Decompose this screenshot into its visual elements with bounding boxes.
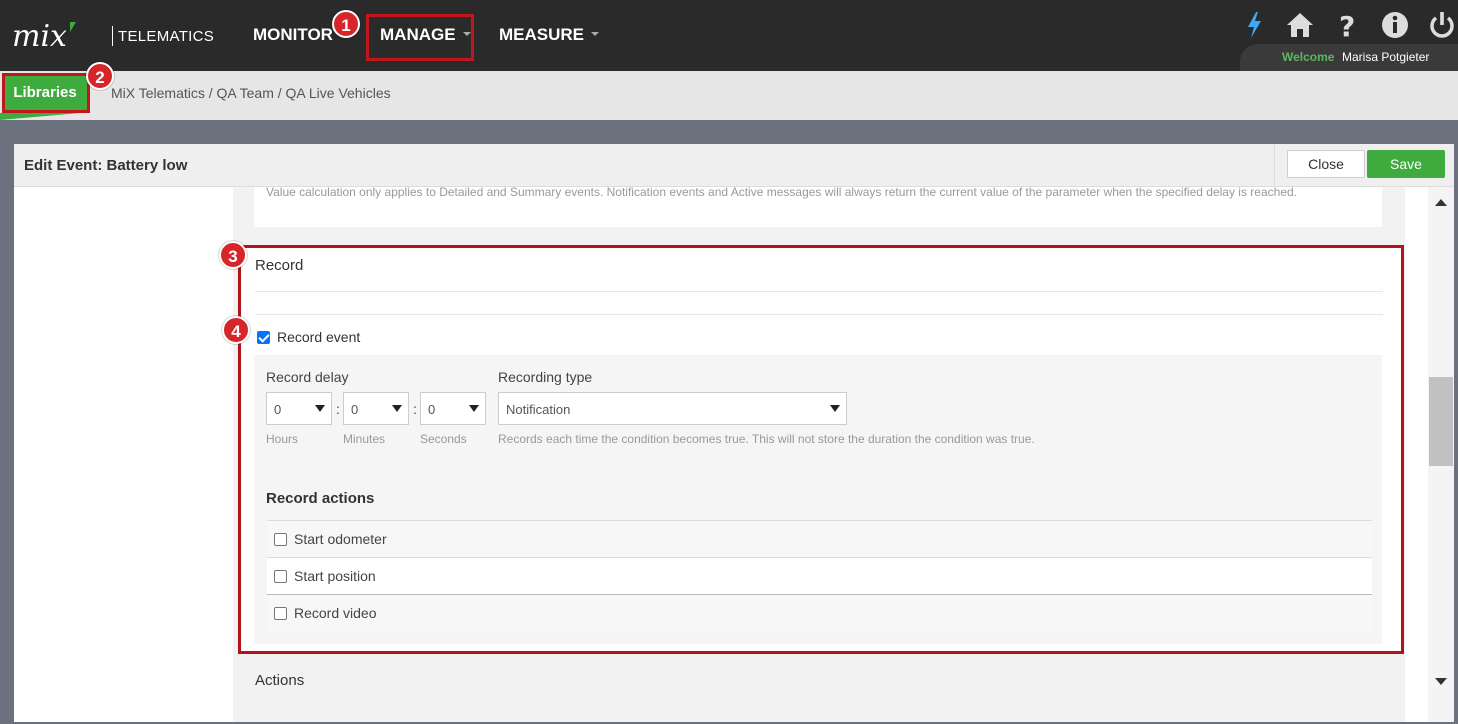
help-icon[interactable]: ? xyxy=(1333,10,1363,40)
welcome-label: Welcome xyxy=(1282,50,1335,64)
lightning-icon[interactable] xyxy=(1240,10,1270,40)
svg-text:?: ? xyxy=(1339,10,1355,40)
power-icon[interactable] xyxy=(1427,10,1457,40)
info-icon[interactable] xyxy=(1380,10,1410,40)
logo-separator xyxy=(112,26,113,46)
edit-event-panel: Edit Event: Battery low Close Save Value… xyxy=(14,144,1454,722)
annotation-badge-4: 4 xyxy=(222,316,250,344)
actions-section-title: Actions xyxy=(255,672,305,689)
svg-text:mix: mix xyxy=(12,19,67,54)
caret-down-icon xyxy=(591,31,600,36)
scrollbar-thumb[interactable] xyxy=(1429,377,1453,466)
annotation-badge-2: 2 xyxy=(86,62,114,90)
annotation-highlight-record xyxy=(238,245,1404,654)
breadcrumb[interactable]: MiX Telematics / QA Team / QA Live Vehic… xyxy=(111,85,391,101)
nav-measure-label: MEASURE xyxy=(499,25,585,44)
mix-logo[interactable]: mix xyxy=(12,18,102,54)
libraries-tab-tail xyxy=(0,113,80,120)
annotation-highlight-libraries xyxy=(2,73,90,113)
close-button[interactable]: Close xyxy=(1287,150,1365,178)
logo-subtitle: TELEMATICS xyxy=(118,28,215,45)
annotation-highlight-manage xyxy=(366,14,474,61)
user-name[interactable]: Marisa Potgieter xyxy=(1342,50,1429,64)
save-button[interactable]: Save xyxy=(1367,150,1445,178)
welcome-bar: Welcome Marisa Potgieter xyxy=(1240,44,1458,71)
nav-monitor[interactable]: MONITOR xyxy=(253,25,333,45)
value-calculation-note: Value calculation only applies to Detail… xyxy=(266,185,1297,199)
annotation-badge-3: 3 xyxy=(219,241,247,269)
annotation-badge-1: 1 xyxy=(332,10,360,38)
scroll-up-icon[interactable] xyxy=(1435,199,1447,206)
close-button-cell: Close xyxy=(1274,144,1370,187)
home-icon[interactable] xyxy=(1285,10,1315,40)
page-title: Edit Event: Battery low xyxy=(24,157,188,174)
scroll-down-icon[interactable] xyxy=(1435,678,1447,685)
vertical-scrollbar[interactable] xyxy=(1428,187,1454,722)
top-navigation-bar: mix TELEMATICS MONITOR MANAGE MEASURE ? … xyxy=(0,0,1458,71)
panel-header: Edit Event: Battery low Close Save xyxy=(14,144,1454,187)
nav-measure[interactable]: MEASURE xyxy=(499,25,600,45)
